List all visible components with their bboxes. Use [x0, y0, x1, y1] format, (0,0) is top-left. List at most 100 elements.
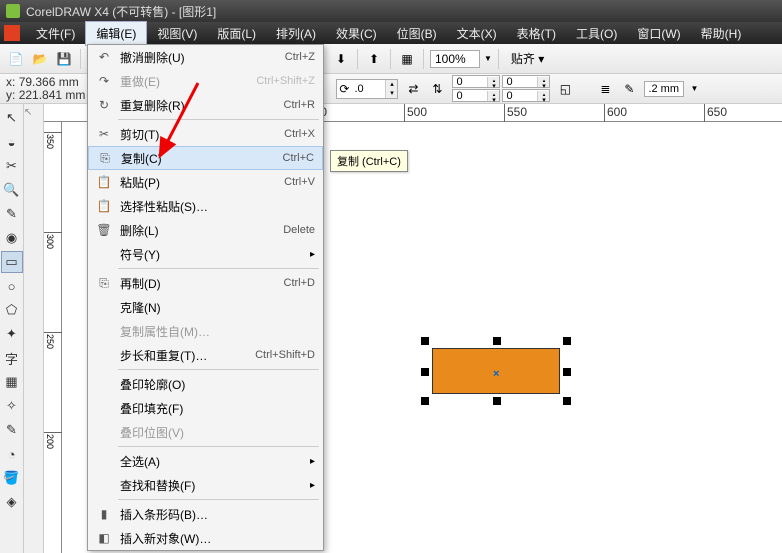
menu-item-icon: ◧ — [92, 531, 116, 545]
menu-item-shortcut: Ctrl+Shift+Z — [256, 75, 315, 87]
import-icon[interactable]: ⬇ — [331, 49, 351, 69]
menu-file[interactable]: 文件(F) — [26, 22, 85, 45]
menu-item-label: 查找和替换(F) — [116, 477, 310, 494]
menu-item-shortcut: Ctrl+Z — [285, 51, 315, 63]
snap-dropdown[interactable]: 贴齐 ▾ — [505, 49, 550, 68]
aux-pick-icon[interactable]: ↖ — [24, 107, 43, 118]
doc-icon[interactable] — [4, 25, 20, 41]
new-icon[interactable]: 📄 — [6, 49, 26, 69]
menu-item[interactable]: 叠印轮廓(O) — [88, 372, 323, 396]
pick-tool-icon[interactable]: ↖ — [1, 107, 23, 129]
toolbox-aux: ↖ — [24, 104, 44, 553]
smart-fill-icon[interactable]: ◉ — [1, 227, 23, 249]
menu-item[interactable]: 符号(Y)▸ — [88, 242, 323, 266]
selected-rectangle[interactable]: × — [432, 348, 560, 394]
zoom-tool-icon[interactable]: 🔍 — [1, 179, 23, 201]
menu-item[interactable]: ↻重复删除(R)Ctrl+R — [88, 93, 323, 117]
mirror-h-icon[interactable]: ⇄ — [404, 80, 422, 98]
menu-item[interactable]: 全选(A)▸ — [88, 449, 323, 473]
menu-item[interactable]: 查找和替换(F)▸ — [88, 473, 323, 497]
rectangle-tool-icon[interactable]: ▭ — [1, 251, 23, 273]
outline-width[interactable]: .2 mm — [644, 81, 684, 97]
menu-item[interactable]: 📋粘贴(P)Ctrl+V — [88, 170, 323, 194]
menu-arrange[interactable]: 排列(A) — [266, 22, 326, 45]
submenu-arrow-icon: ▸ — [310, 249, 315, 260]
handle-tr[interactable] — [563, 337, 571, 345]
app-launcher-icon[interactable]: ▦ — [397, 49, 417, 69]
menu-item-shortcut: Ctrl+R — [284, 99, 315, 111]
submenu-arrow-icon: ▸ — [310, 480, 315, 491]
menu-view[interactable]: 视图(V) — [147, 22, 207, 45]
table-tool-icon[interactable]: ▦ — [1, 371, 23, 393]
menu-item-shortcut: Ctrl+X — [284, 128, 315, 140]
freehand-tool-icon[interactable]: ✎ — [1, 203, 23, 225]
submenu-arrow-icon: ▸ — [310, 456, 315, 467]
menu-item-label: 选择性粘贴(S)… — [116, 198, 315, 215]
menu-text[interactable]: 文本(X) — [447, 22, 507, 45]
menu-item[interactable]: ▮插入条形码(B)… — [88, 502, 323, 526]
menu-effects[interactable]: 效果(C) — [326, 22, 387, 45]
menu-item[interactable]: 克隆(N) — [88, 295, 323, 319]
eyedropper-icon[interactable]: ✎ — [1, 419, 23, 441]
menu-edit[interactable]: 编辑(E) — [85, 21, 147, 46]
menu-item-icon: ↻ — [92, 98, 116, 112]
title-bar: CorelDRAW X4 (不可转售) - [图形1] — [0, 0, 782, 22]
crop-tool-icon[interactable]: ✂ — [1, 155, 23, 177]
blend-tool-icon[interactable]: ✧ — [1, 395, 23, 417]
menu-table[interactable]: 表格(T) — [507, 22, 566, 45]
text-tool-icon[interactable]: 字 — [1, 347, 23, 369]
handle-tm[interactable] — [493, 337, 501, 345]
mirror-v-icon[interactable]: ⇅ — [428, 80, 446, 98]
corner-icon[interactable]: ◱ — [556, 80, 574, 98]
menu-item-label: 重复删除(R) — [116, 97, 284, 114]
outline-tool-icon[interactable]: ◔ — [1, 443, 23, 465]
spin-b[interactable]: ▴▾ — [502, 75, 550, 88]
menu-item[interactable]: 步长和重复(T)…Ctrl+Shift+D — [88, 343, 323, 367]
menu-item[interactable]: ↶撤消删除(U)Ctrl+Z — [88, 45, 323, 69]
spin-d[interactable]: ▴▾ — [502, 89, 550, 102]
menu-item[interactable]: ⎘复制(C)Ctrl+C — [88, 146, 323, 170]
handle-ml[interactable] — [421, 368, 429, 376]
shape-tool-icon[interactable]: ◒ — [1, 131, 23, 153]
interactive-fill-icon[interactable]: ◈ — [1, 491, 23, 513]
handle-bm[interactable] — [493, 397, 501, 405]
menu-help[interactable]: 帮助(H) — [691, 22, 752, 45]
menu-tools[interactable]: 工具(O) — [566, 22, 627, 45]
menu-window[interactable]: 窗口(W) — [627, 22, 690, 45]
menu-item-label: 步长和重复(T)… — [116, 347, 255, 364]
handle-bl[interactable] — [421, 397, 429, 405]
ellipse-tool-icon[interactable]: ○ — [1, 275, 23, 297]
menu-item[interactable]: ✂剪切(T)Ctrl+X — [88, 122, 323, 146]
menu-bitmap[interactable]: 位图(B) — [387, 22, 447, 45]
ruler-vertical[interactable]: 350300250200 — [44, 122, 62, 553]
menu-item[interactable]: 叠印填充(F) — [88, 396, 323, 420]
menu-item-label: 撤消删除(U) — [116, 49, 285, 66]
spin-a[interactable]: ▴▾ — [452, 75, 500, 88]
handle-tl[interactable] — [421, 337, 429, 345]
fill-tool-icon[interactable]: 🪣 — [1, 467, 23, 489]
export-icon[interactable]: ⬆ — [364, 49, 384, 69]
menu-item[interactable]: 📋选择性粘贴(S)… — [88, 194, 323, 218]
menu-item: 叠印位图(V) — [88, 420, 323, 444]
handle-br[interactable] — [563, 397, 571, 405]
zoom-combo[interactable]: 100% — [430, 50, 480, 68]
spin-c[interactable]: ▴▾ — [452, 89, 500, 102]
save-icon[interactable]: 💾 — [54, 49, 74, 69]
menu-item-label: 粘贴(P) — [116, 174, 284, 191]
menu-item[interactable]: 🗑删除(L)Delete — [88, 218, 323, 242]
basic-shapes-icon[interactable]: ✦ — [1, 323, 23, 345]
menu-item[interactable]: ⎘再制(D)Ctrl+D — [88, 271, 323, 295]
wrap-icon[interactable]: ≣ — [596, 80, 614, 98]
outline-pen-icon[interactable]: ✎ — [620, 80, 638, 98]
menu-item-shortcut: Delete — [283, 224, 315, 236]
handle-mr[interactable] — [563, 368, 571, 376]
app-logo-icon — [6, 4, 20, 18]
tooltip: 复制 (Ctrl+C) — [330, 150, 408, 172]
rotation-input[interactable]: ⟳▴▾ — [336, 79, 398, 99]
menu-item-icon: ✂ — [92, 127, 116, 141]
edit-menu-dropdown: ↶撤消删除(U)Ctrl+Z↷重做(E)Ctrl+Shift+Z↻重复删除(R)… — [87, 44, 324, 551]
menu-layout[interactable]: 版面(L) — [207, 22, 266, 45]
polygon-tool-icon[interactable]: ⬠ — [1, 299, 23, 321]
menu-item[interactable]: ◧插入新对象(W)… — [88, 526, 323, 550]
open-icon[interactable]: 📂 — [30, 49, 50, 69]
